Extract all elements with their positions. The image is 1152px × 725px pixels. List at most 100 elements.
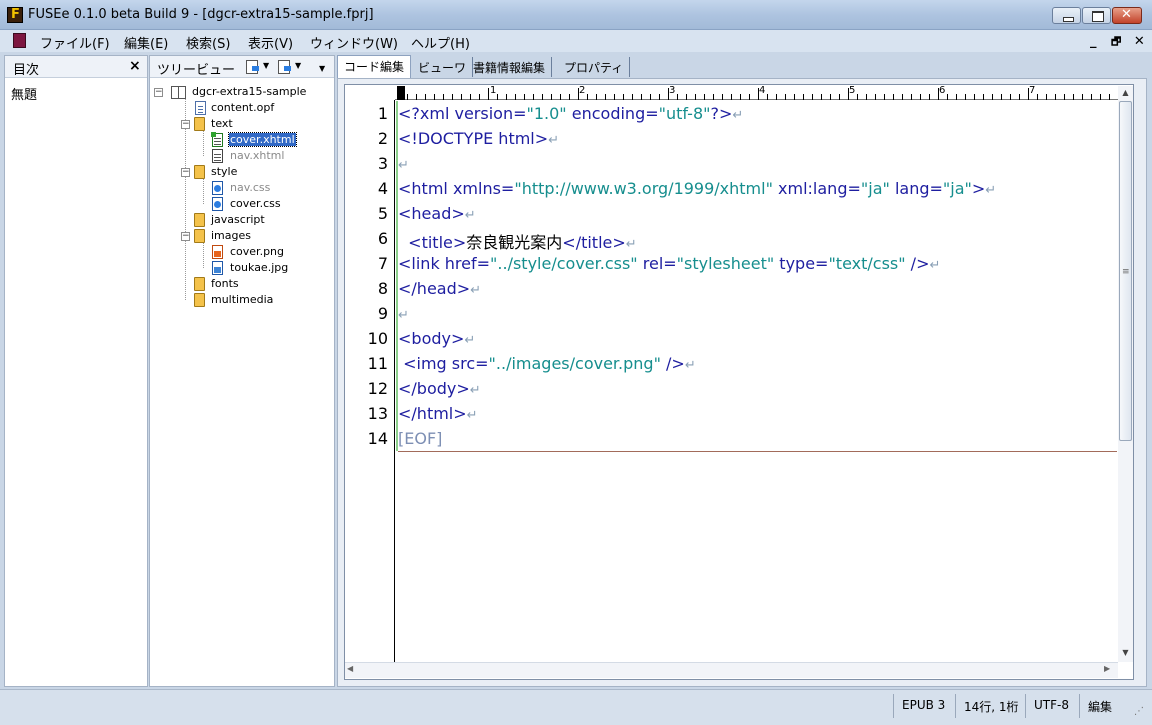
ruler-tick [479,94,480,100]
tree-node-label: fonts [211,277,239,290]
ruler-tick [569,94,570,100]
ruler-tick [452,94,453,100]
menu-edit[interactable]: 編集(E) [124,33,168,52]
tab-code-edit[interactable]: コード編集 [337,55,412,78]
toc-item[interactable]: 無題 [11,84,37,103]
ruler-tick [659,94,660,100]
tree-node-label: nav.css [230,181,271,194]
menu-file[interactable]: ファイル(F) [40,33,110,52]
tab-properties[interactable]: プロパティ [558,57,631,77]
ruler-tick [902,94,903,100]
document-icon[interactable] [13,33,26,48]
toolbar-overflow-icon[interactable]: ▼ [319,64,325,73]
code-line[interactable]: <title>奈良観光案内</title>↵ [398,229,637,253]
book-icon [171,86,186,99]
add-file-dropdown-icon[interactable]: ▼ [263,61,269,70]
mdi-close-icon[interactable]: ✕ [1134,34,1145,49]
ruler-tick [1055,94,1056,100]
ruler-tick [722,94,723,100]
code-line[interactable]: </head>↵ [398,279,481,298]
code-token: <img src= [398,354,489,373]
newline-marker-icon: ↵ [398,308,409,323]
code-token: "stylesheet" [676,254,775,273]
close-button[interactable] [1112,7,1142,24]
ruler-tick [686,94,687,100]
ruler-label: 2 [579,85,586,96]
collapse-toggle-icon[interactable]: − [181,168,190,177]
tree-node-label: cover.png [230,245,285,258]
ruler-tick [470,94,471,100]
code-line[interactable]: <!DOCTYPE html>↵ [398,129,559,148]
ruler-tick [884,94,885,100]
code-line[interactable]: [EOF] [398,429,442,448]
menu-window[interactable]: ウィンドウ(W) [310,33,398,52]
menu-view[interactable]: 表示(V) [248,33,293,52]
tree-node-label: cover.css [230,197,281,210]
code-token: <title> [398,233,467,252]
ruler-tick [803,94,804,100]
maximize-button[interactable] [1082,7,1111,24]
code-line[interactable]: <img src="../images/cover.png" />↵ [398,354,696,373]
code-line[interactable]: <?xml version="1.0" encoding="utf-8"?>↵ [398,104,743,123]
code-line[interactable]: </body>↵ [398,379,481,398]
code-line[interactable]: <body>↵ [398,329,475,348]
code-line[interactable]: <html xmlns="http://www.w3.org/1999/xhtm… [398,179,996,198]
line-number: 5 [377,204,388,223]
scroll-up-icon[interactable]: ▲ [1118,86,1133,100]
ruler-tick [893,94,894,100]
ruler-tick [866,94,867,100]
newline-marker-icon: ↵ [625,237,637,252]
ruler-tick [524,94,525,100]
collapse-toggle-icon[interactable]: − [181,120,190,129]
add-file-icon[interactable] [246,60,259,74]
resize-grip-icon[interactable]: ⋰ [1134,706,1144,717]
window-title: FUSEe 0.1.0 beta Build 9 - [dgcr-extra15… [28,7,374,22]
code-line[interactable]: ↵ [398,304,409,323]
code-token: 奈良観光案内 [466,233,563,252]
ruler-tick [1046,94,1047,100]
toc-close-button[interactable]: × [129,58,141,74]
mdi-minimize-icon[interactable]: _ [1090,34,1097,49]
tree-node-label: content.opf [211,101,275,114]
line-number: 1 [377,104,388,123]
ruler-tick [812,94,813,100]
line-number: 12 [367,379,388,398]
scroll-right-icon[interactable]: ▶ [1104,664,1110,673]
ruler-tick [1073,94,1074,100]
scroll-down-icon[interactable]: ▼ [1118,646,1133,660]
line-number: 8 [377,279,388,298]
ruler-tick [1037,94,1038,100]
folder-icon [194,213,205,227]
scroll-left-icon[interactable]: ◀ [347,664,353,673]
code-token: /> [660,354,685,373]
mdi-restore-icon[interactable]: 🗗 [1111,35,1121,48]
line-number: 11 [367,354,388,373]
newline-marker-icon: ↵ [985,183,997,198]
ruler-label: 4 [759,85,766,96]
minimize-button[interactable] [1052,7,1081,24]
export-dropdown-icon[interactable]: ▼ [295,61,301,70]
ruler-tick [929,94,930,100]
line-number: 2 [377,129,388,148]
ruler-tick [821,94,822,100]
code-line[interactable]: ↵ [398,154,409,173]
menu-search[interactable]: 検索(S) [186,33,230,52]
line-number: 7 [377,254,388,273]
collapse-toggle-icon[interactable]: − [181,232,190,241]
mdi-window-controls[interactable]: _ 🗗 ✕ [1090,33,1145,52]
code-line[interactable]: <head>↵ [398,204,476,223]
export-file-icon[interactable] [278,60,291,74]
status-cursor-position: 14行, 1桁 [955,694,1025,718]
code-token: /> [905,254,930,273]
code-token: "../images/cover.png" [488,354,661,373]
tree-node-label-selected: cover.xhtml [228,132,297,147]
tab-book-info[interactable]: 書籍情報編集 [467,57,553,77]
tab-viewer[interactable]: ビューワ [412,57,474,77]
menu-help[interactable]: ヘルプ(H) [411,33,470,52]
code-line[interactable]: <link href="../style/cover.css" rel="sty… [398,254,940,273]
horizontal-scrollbar[interactable] [345,662,1118,678]
code-token: <?xml version= [398,104,527,123]
code-token: <body> [398,329,465,348]
collapse-toggle-icon[interactable]: − [154,88,163,97]
code-line[interactable]: </html>↵ [398,404,478,423]
